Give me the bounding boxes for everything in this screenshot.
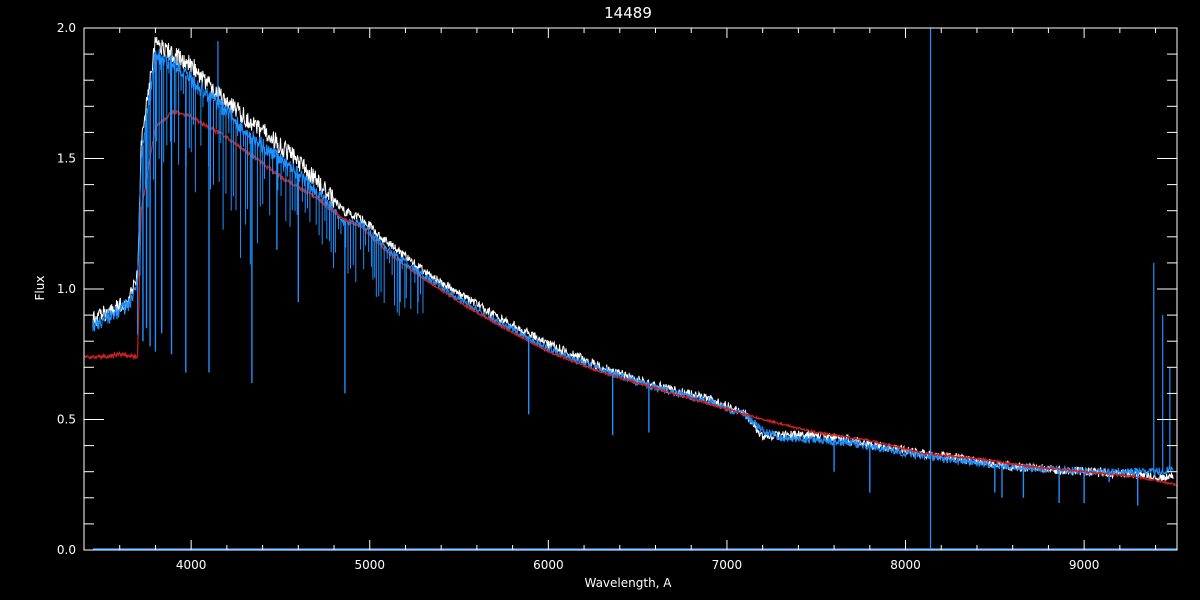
x-tick-label: 7000 (712, 558, 743, 572)
chart-title: 14489 (604, 4, 652, 22)
x-tick-label: 5000 (354, 558, 385, 572)
x-tick-label: 8000 (890, 558, 921, 572)
y-tick-label: 0.0 (57, 543, 76, 557)
y-tick-label: 2.0 (57, 21, 76, 35)
y-axis-label: Flux (33, 276, 47, 301)
y-tick-label: 1.5 (57, 152, 76, 166)
x-tick-label: 6000 (533, 558, 564, 572)
x-tick-label: 4000 (176, 558, 207, 572)
x-axis-label: Wavelength, A (584, 576, 672, 590)
chart-background (0, 0, 1200, 600)
x-tick-label: 9000 (1069, 558, 1100, 572)
y-tick-label: 0.5 (57, 413, 76, 427)
y-tick-label: 1.0 (57, 282, 76, 296)
spectrum-chart: 14489 4000 5000 6000 7000 8000 9000 0.0 0.5 1.0 1… (0, 0, 1200, 600)
